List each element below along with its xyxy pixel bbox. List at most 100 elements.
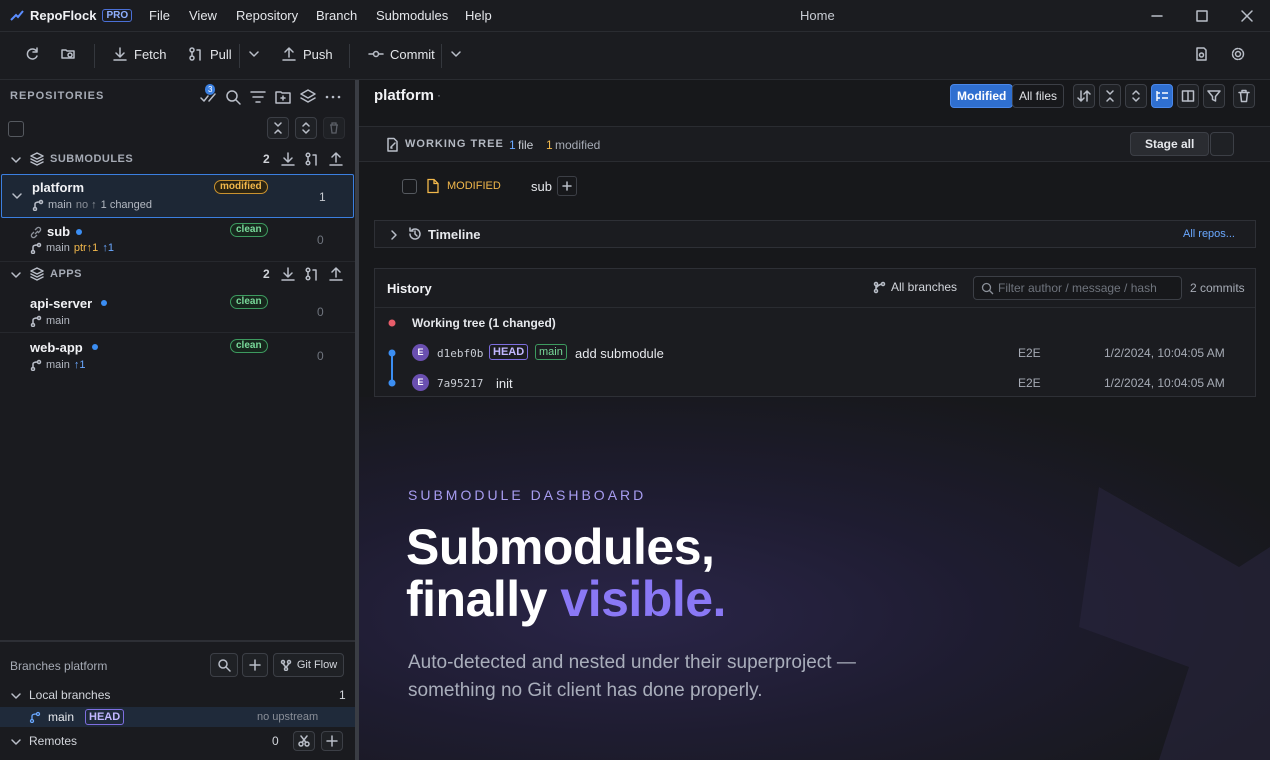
push-button[interactable]: Push — [281, 46, 333, 62]
add-remote-button[interactable] — [321, 731, 343, 751]
toolbar-divider — [441, 44, 442, 68]
hero-subtitle-line-2: something no Git client has done properl… — [408, 680, 763, 701]
trash-icon — [330, 122, 338, 134]
commit-row[interactable]: E d1ebf0b HEAD main add submodule E2E 1/… — [375, 341, 1255, 365]
refresh-icon — [26, 47, 38, 60]
upload-icon[interactable] — [329, 152, 343, 166]
hero-subtitle: Auto-detected and nested under their sup… — [408, 649, 856, 705]
open-folder-button[interactable] — [60, 46, 76, 62]
search-branches-button[interactable] — [210, 653, 238, 677]
repo-name: web-app — [30, 340, 83, 355]
pull-button[interactable]: Pull — [188, 46, 232, 62]
delete-repos-button[interactable] — [323, 117, 345, 139]
menu-submodules[interactable]: Submodules — [376, 8, 448, 23]
repo-header: platform · Modified All files — [359, 80, 1270, 112]
add-folder-button[interactable] — [274, 88, 292, 106]
repo-item-sub[interactable]: sub main ptr↑1 ↑1 clean 0 — [0, 218, 355, 262]
layers-button[interactable] — [299, 88, 317, 106]
timeline-section[interactable]: Timeline All repos... — [374, 220, 1256, 248]
branch-name: main — [48, 199, 72, 211]
add-branch-button[interactable] — [242, 653, 268, 677]
hero-line-2: finally visible. — [406, 573, 726, 625]
repo-item-platform[interactable]: platform main no ↑ 1 changed modified 1 — [1, 174, 354, 218]
commit-button[interactable]: Commit — [368, 46, 435, 62]
minimize-button[interactable] — [1149, 8, 1165, 24]
stage-options-button[interactable] — [1210, 132, 1234, 156]
refresh-button[interactable] — [24, 46, 40, 62]
account-button[interactable] — [1193, 46, 1209, 62]
local-branches-row[interactable]: Local branches 1 — [0, 685, 355, 705]
group-label: SUBMODULES — [50, 153, 134, 165]
git-flow-button[interactable]: Git Flow — [273, 653, 344, 677]
upload-icon[interactable] — [329, 267, 343, 281]
more-options-button[interactable] — [324, 88, 342, 106]
commit-hash: 7a95217 — [437, 377, 484, 390]
close-window-button[interactable] — [1239, 8, 1255, 24]
repo-item-api-server[interactable]: api-server main clean 0 — [0, 289, 355, 333]
branch-badge: main — [535, 344, 567, 360]
tree-view-button[interactable] — [1151, 84, 1173, 108]
settings-button[interactable] — [1230, 46, 1246, 62]
stage-file-button[interactable] — [557, 176, 577, 196]
app-name: RepoFlock — [30, 8, 97, 23]
search-icon — [981, 282, 994, 295]
filter-all-files-button[interactable]: All files — [1012, 84, 1065, 108]
pull-icon[interactable] — [305, 267, 319, 281]
prune-remotes-button[interactable] — [293, 731, 315, 751]
maximize-button[interactable] — [1194, 8, 1210, 24]
chevron-right-icon — [391, 230, 397, 240]
status-badge: clean — [230, 223, 268, 237]
menu-branch[interactable]: Branch — [316, 8, 357, 23]
commit-row[interactable]: E 7a95217 init E2E 1/2/2024, 10:04:05 AM — [375, 371, 1255, 395]
collapse-all-button[interactable] — [267, 117, 289, 139]
columns-icon — [1181, 90, 1195, 102]
status-dot — [92, 344, 98, 350]
commit-options-button[interactable] — [449, 46, 463, 62]
logo-icon — [10, 9, 24, 21]
menu-help[interactable]: Help — [465, 8, 492, 23]
all-repos-link[interactable]: All repos... — [1183, 228, 1235, 240]
branch-icon — [30, 315, 42, 327]
select-all-checkbox[interactable] — [8, 121, 24, 137]
git-flow-icon — [280, 659, 292, 671]
filter-modified-button[interactable]: Modified — [950, 84, 1014, 108]
status-badge: modified — [214, 180, 268, 194]
search-repos-button[interactable] — [224, 88, 242, 106]
chevron-down-icon[interactable] — [11, 190, 23, 202]
expand-all-button[interactable] — [295, 117, 317, 139]
menu-repository[interactable]: Repository — [236, 8, 298, 23]
stage-all-button[interactable]: Stage all — [1130, 132, 1210, 156]
branch-row-main[interactable]: main HEAD no upstream — [0, 707, 355, 727]
expand-files-button[interactable] — [1125, 84, 1147, 108]
group-apps[interactable]: APPS 2 — [0, 262, 355, 286]
filter-button[interactable] — [1203, 84, 1225, 108]
expand-icon — [302, 122, 310, 134]
timeline-label: Timeline — [428, 227, 481, 242]
change-count: 1 changed — [100, 199, 153, 211]
notifications-button[interactable]: 3 — [199, 84, 217, 106]
discard-button[interactable] — [1233, 84, 1255, 108]
collapse-files-button[interactable] — [1099, 84, 1121, 108]
repo-item-web-app[interactable]: web-app main ↑1 clean 0 — [0, 333, 355, 377]
maximize-icon — [1196, 10, 1208, 22]
group-submodules[interactable]: SUBMODULES 2 — [0, 147, 355, 171]
repositories-header: REPOSITORIES — [10, 90, 105, 102]
group-label: APPS — [50, 268, 82, 280]
file-row-sub[interactable]: MODIFIED sub — [374, 174, 1256, 200]
download-icon[interactable] — [281, 152, 295, 166]
all-branches-button[interactable]: All branches — [873, 280, 957, 294]
fetch-button[interactable]: Fetch — [112, 46, 167, 62]
download-icon[interactable] — [281, 267, 295, 281]
menu-view[interactable]: View — [189, 8, 217, 23]
sort-button[interactable] — [1073, 84, 1095, 108]
pull-icon[interactable] — [305, 152, 319, 166]
layers-icon — [300, 89, 316, 103]
file-checkbox[interactable] — [402, 179, 417, 194]
working-tree-row[interactable]: Working tree (1 changed) — [375, 313, 1255, 335]
remotes-row[interactable]: Remotes 0 — [0, 731, 355, 753]
pull-options-button[interactable] — [247, 46, 261, 62]
filter-repos-button[interactable] — [249, 88, 267, 106]
split-view-button[interactable] — [1177, 84, 1199, 108]
history-filter-input[interactable]: Filter author / message / hash — [973, 276, 1182, 300]
menu-file[interactable]: File — [149, 8, 170, 23]
